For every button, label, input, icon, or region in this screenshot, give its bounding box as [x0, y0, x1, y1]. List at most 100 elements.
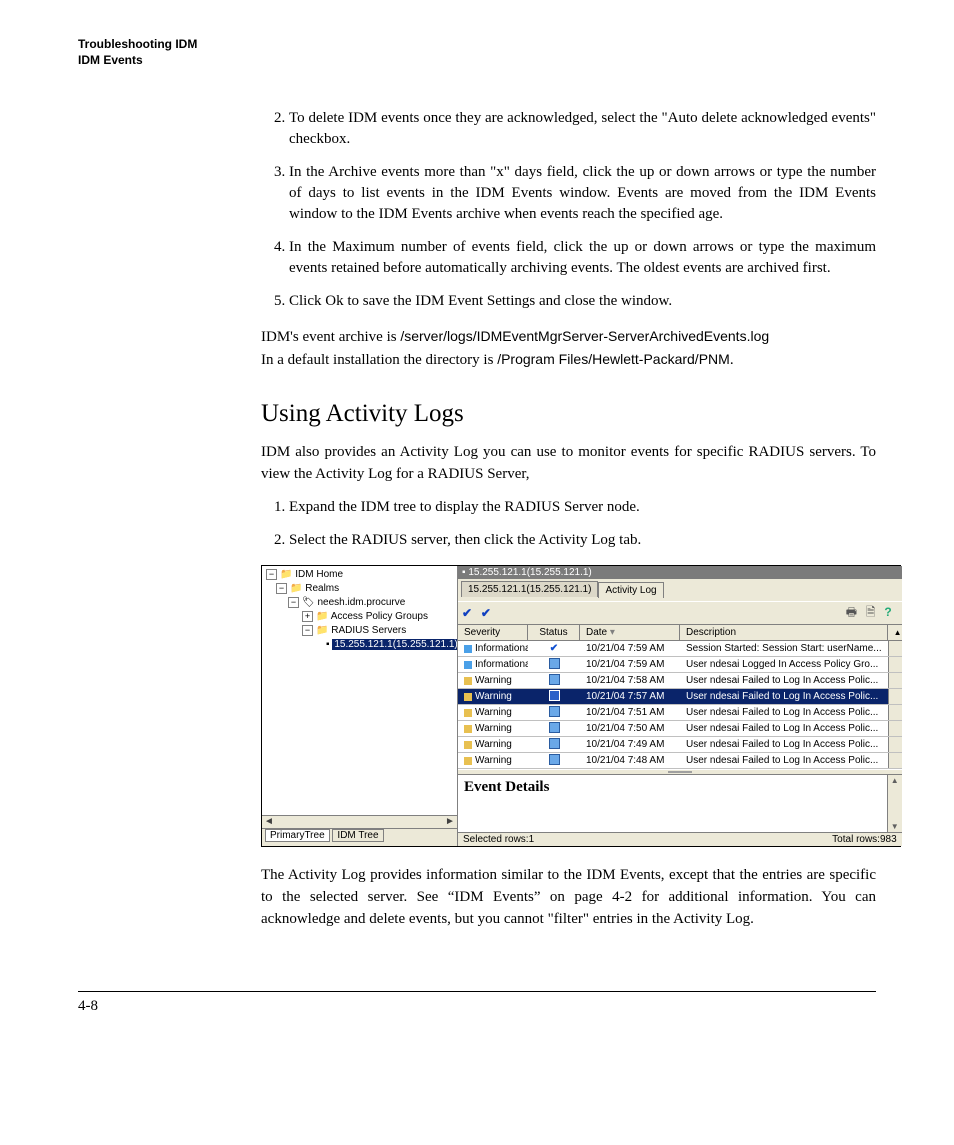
scroll-left-icon[interactable]: ◄	[262, 816, 276, 828]
log-body: Informational✔10/21/04 7:59 AMSession St…	[458, 641, 902, 769]
cell-date: 10/21/04 7:50 AM	[580, 723, 680, 734]
log-row[interactable]: Warning10/21/04 7:51 AMUser ndesai Faile…	[458, 705, 902, 721]
cell-severity: Warning	[458, 739, 528, 750]
cell-status	[528, 690, 580, 704]
cell-status	[528, 658, 580, 672]
warning-icon	[464, 741, 472, 749]
ack-icon[interactable]: ✔	[462, 606, 472, 620]
cell-status	[528, 754, 580, 768]
col-severity[interactable]: Severity	[458, 625, 528, 640]
tree-label: neesh.idm.procurve	[317, 597, 405, 608]
tree-label-selected: 15.255.121.1(15.255.121.1)	[332, 639, 457, 650]
tree-node-neesh[interactable]: −🏷 neesh.idm.procurve	[266, 596, 455, 610]
server-icon: ▪	[326, 639, 330, 650]
cell-description: User ndesai Failed to Log In Access Poli…	[680, 675, 888, 686]
status-square-icon	[549, 738, 560, 749]
cell-description: User ndesai Failed to Log In Access Poli…	[680, 691, 888, 702]
steps-list-2: Expand the IDM tree to display the RADIU…	[261, 497, 876, 551]
scroll-up-icon[interactable]	[894, 627, 902, 638]
cell-date: 10/21/04 7:59 AM	[580, 643, 680, 654]
cell-severity: Warning	[458, 675, 528, 686]
tab-activity-log[interactable]: Activity Log	[598, 582, 663, 598]
row-scroll-gutter	[888, 689, 902, 704]
row-scroll-gutter	[888, 673, 902, 688]
section-heading: Using Activity Logs	[261, 400, 876, 428]
warning-icon	[464, 757, 472, 765]
cell-date: 10/21/04 7:48 AM	[580, 755, 680, 766]
row-scroll-gutter	[888, 657, 902, 672]
cell-severity: Informational	[458, 643, 528, 654]
titlebar: ▪ 15.255.121.1(15.255.121.1)	[458, 566, 902, 579]
cell-description: User ndesai Logged In Access Policy Gro.…	[680, 659, 888, 670]
log-row[interactable]: Informational✔10/21/04 7:59 AMSession St…	[458, 641, 902, 657]
step-3: In the Archive events more than "x" days…	[289, 162, 876, 225]
step2-2: Select the RADIUS server, then click the…	[289, 530, 876, 551]
log-row[interactable]: Warning10/21/04 7:48 AMUser ndesai Faile…	[458, 753, 902, 769]
ack-all-icon[interactable]: ✔	[481, 606, 491, 620]
log-row[interactable]: Warning10/21/04 7:58 AMUser ndesai Faile…	[458, 673, 902, 689]
event-details-panel: Event Details	[458, 774, 902, 832]
status-bar: Selected rows:1 Total rows:983	[458, 832, 902, 846]
header-line2: IDM Events	[78, 52, 876, 68]
log-header: Severity Status Date ▾ Description	[458, 625, 902, 641]
collapse-icon[interactable]: −	[302, 625, 313, 636]
running-header: Troubleshooting IDM IDM Events	[78, 36, 876, 68]
collapse-icon[interactable]: −	[266, 569, 277, 580]
tab-server[interactable]: 15.255.121.1(15.255.121.1)	[461, 581, 598, 597]
archive-text-1: IDM's event archive is	[261, 329, 400, 345]
cell-severity: Warning	[458, 755, 528, 766]
sort-desc-icon: ▾	[610, 627, 615, 638]
intro-paragraph: IDM also provides an Activity Log you ca…	[261, 442, 876, 486]
warning-icon	[464, 709, 472, 717]
collapse-icon[interactable]: −	[288, 597, 299, 608]
log-row[interactable]: Informational10/21/04 7:59 AMUser ndesai…	[458, 657, 902, 673]
info-icon	[464, 661, 472, 669]
cell-status	[528, 706, 580, 720]
print-icon[interactable]: 🖶	[846, 603, 857, 624]
cell-status	[528, 722, 580, 736]
tree-body: −📁 IDM Home −📁 Realms −🏷 neesh.idm.procu…	[262, 566, 457, 815]
cell-description: User ndesai Failed to Log In Access Poli…	[680, 739, 888, 750]
warning-icon	[464, 725, 472, 733]
folder-icon: 📁	[316, 611, 328, 622]
tree-node-radius[interactable]: −📁 RADIUS Servers	[266, 624, 455, 638]
header-line1: Troubleshooting IDM	[78, 36, 876, 52]
tree-node-idm-home[interactable]: −📁 IDM Home	[266, 568, 455, 582]
export-icon[interactable]: 🗎	[866, 603, 876, 624]
realm-icon: 🏷	[302, 597, 315, 608]
tree-node-realms[interactable]: −📁 Realms	[266, 582, 455, 596]
archive-path: /server/logs/IDMEventMgrServer-ServerArc…	[400, 328, 769, 344]
log-row[interactable]: Warning10/21/04 7:50 AMUser ndesai Faile…	[458, 721, 902, 737]
tree-node-server[interactable]: ▪ 15.255.121.1(15.255.121.1)	[266, 638, 455, 652]
log-row[interactable]: Warning 10/21/04 7:49 AMUser ndesai Faile…	[458, 737, 902, 753]
tree-hscroll[interactable]: ◄►	[262, 815, 457, 828]
status-square-icon	[549, 706, 560, 717]
status-total: Total rows:983	[832, 834, 896, 845]
tree-tabs: PrimaryTree IDM Tree	[262, 828, 457, 846]
warning-icon	[464, 693, 472, 701]
period: .	[730, 352, 734, 368]
col-description[interactable]: Description	[680, 625, 888, 640]
tree-node-apg[interactable]: +📁 Access Policy Groups	[266, 610, 455, 624]
status-square-icon	[549, 690, 560, 701]
cell-status	[528, 738, 580, 752]
col-date[interactable]: Date ▾	[580, 625, 680, 640]
col-date-label: Date	[586, 627, 607, 638]
col-scroll-head	[888, 625, 902, 640]
tree-tab-idm[interactable]: IDM Tree	[332, 829, 383, 842]
expand-icon[interactable]: +	[302, 611, 313, 622]
collapse-icon[interactable]: −	[276, 583, 287, 594]
scroll-up-icon[interactable]	[891, 775, 899, 786]
cell-status: ✔	[528, 643, 580, 654]
log-row[interactable]: Warning10/21/04 7:57 AMUser ndesai Faile…	[458, 689, 902, 705]
cell-date: 10/21/04 7:49 AM	[580, 739, 680, 750]
tree-label: RADIUS Servers	[331, 625, 406, 636]
tree-tab-primary[interactable]: PrimaryTree	[265, 829, 330, 842]
col-status[interactable]: Status	[528, 625, 580, 640]
scroll-right-icon[interactable]: ►	[443, 816, 457, 828]
details-vscroll[interactable]	[887, 775, 902, 832]
scroll-down-icon[interactable]	[891, 821, 899, 832]
info-icon	[464, 645, 472, 653]
tree-label: Access Policy Groups	[331, 611, 428, 622]
help-icon[interactable]: ?	[884, 605, 891, 619]
